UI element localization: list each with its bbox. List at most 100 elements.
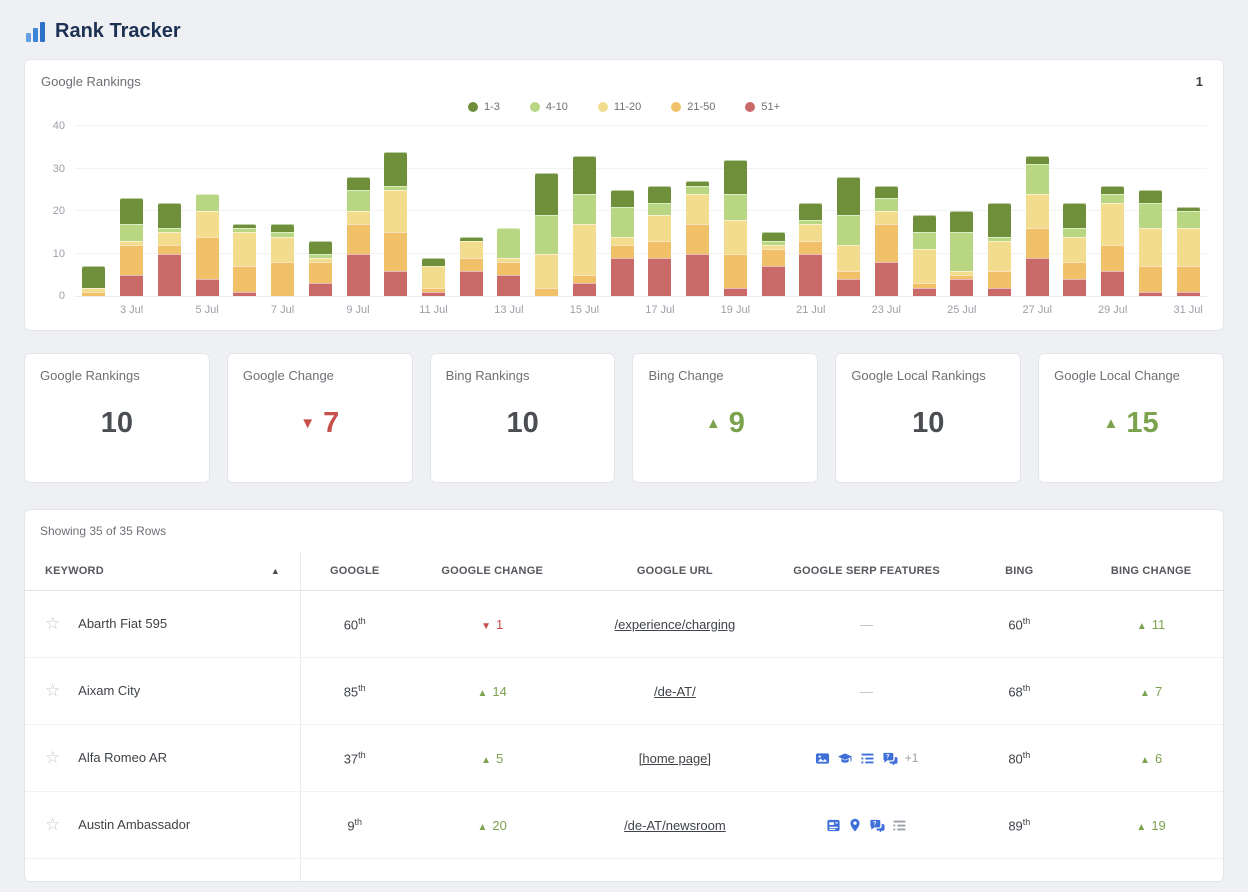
bar-segment-4-10[interactable] — [913, 232, 936, 249]
stacked-bar-24-Jul[interactable] — [913, 215, 936, 296]
bar-segment-11-20[interactable] — [271, 237, 294, 263]
legend-item-1-3[interactable]: 1-3 — [468, 101, 500, 113]
stacked-bar-13-Jul[interactable] — [497, 228, 520, 296]
bar-segment-1-3[interactable] — [1063, 203, 1086, 229]
bar-segment-21-50[interactable] — [611, 245, 634, 258]
stacked-bar-3-Jul[interactable] — [120, 198, 143, 296]
bar-segment-51+[interactable] — [460, 271, 483, 297]
bar-segment-1-3[interactable] — [309, 241, 332, 254]
stacked-bar-28-Jul[interactable] — [1063, 203, 1086, 297]
bar-segment-51+[interactable] — [1026, 258, 1049, 296]
bar-segment-4-10[interactable] — [611, 207, 634, 237]
bar-segment-1-3[interactable] — [799, 203, 822, 220]
bar-segment-51+[interactable] — [913, 288, 936, 297]
legend-item-51+[interactable]: 51+ — [745, 101, 780, 113]
bar-segment-21-50[interactable] — [648, 241, 671, 258]
google-url-link[interactable]: /de-AT/newsroom — [624, 818, 726, 833]
bar-segment-11-20[interactable] — [686, 194, 709, 224]
bar-segment-21-50[interactable] — [347, 224, 370, 254]
favorite-star-icon[interactable]: ☆ — [45, 815, 60, 834]
column-header-bing-change[interactable]: BING CHANGE — [1079, 552, 1223, 591]
bar-segment-21-50[interactable] — [1139, 266, 1162, 292]
bar-segment-4-10[interactable] — [497, 228, 520, 258]
column-header-keyword[interactable]: KEYWORD ▲ — [25, 552, 301, 591]
bar-segment-1-3[interactable] — [611, 190, 634, 207]
bar-segment-11-20[interactable] — [384, 190, 407, 233]
bar-segment-1-3[interactable] — [422, 258, 445, 267]
bar-segment-51+[interactable] — [611, 258, 634, 296]
stacked-bar-6-Jul[interactable] — [233, 224, 256, 296]
bar-segment-11-20[interactable] — [158, 232, 181, 245]
column-header-google[interactable]: GOOGLE — [301, 552, 409, 591]
stacked-bar-12-Jul[interactable] — [460, 237, 483, 297]
bar-segment-4-10[interactable] — [837, 215, 860, 245]
stacked-bar-25-Jul[interactable] — [950, 211, 973, 296]
stacked-bar-5-Jul[interactable] — [196, 194, 219, 296]
bar-segment-11-20[interactable] — [1139, 228, 1162, 266]
bar-segment-1-3[interactable] — [384, 152, 407, 186]
bar-segment-1-3[interactable] — [875, 186, 898, 199]
bar-segment-21-50[interactable] — [309, 262, 332, 283]
bar-segment-1-3[interactable] — [648, 186, 671, 203]
stacked-bar-23-Jul[interactable] — [875, 186, 898, 297]
bar-segment-51+[interactable] — [422, 292, 445, 296]
column-header-bing[interactable]: BING — [959, 552, 1079, 591]
bar-segment-21-50[interactable] — [497, 262, 520, 275]
stacked-bar-17-Jul[interactable] — [648, 186, 671, 297]
bar-segment-4-10[interactable] — [950, 232, 973, 270]
bar-segment-11-20[interactable] — [799, 224, 822, 241]
bar-segment-21-50[interactable] — [799, 241, 822, 254]
bar-segment-4-10[interactable] — [724, 194, 747, 220]
bar-segment-11-20[interactable] — [913, 249, 936, 283]
bar-segment-4-10[interactable] — [535, 215, 558, 253]
google-url-link[interactable]: [home page] — [639, 751, 711, 766]
bar-segment-1-3[interactable] — [1101, 186, 1124, 195]
stacked-bar-31-Jul[interactable] — [1177, 207, 1200, 296]
legend-item-11-20[interactable]: 11-20 — [598, 101, 641, 113]
bar-segment-4-10[interactable] — [196, 194, 219, 211]
stacked-bar-21-Jul[interactable] — [799, 203, 822, 297]
bar-segment-21-50[interactable] — [686, 224, 709, 254]
bar-segment-11-20[interactable] — [837, 245, 860, 271]
bar-segment-11-20[interactable] — [460, 241, 483, 258]
stacked-bar-27-Jul[interactable] — [1026, 156, 1049, 296]
bar-segment-1-3[interactable] — [535, 173, 558, 216]
bar-segment-21-50[interactable] — [120, 245, 143, 275]
bar-segment-4-10[interactable] — [120, 224, 143, 241]
bar-segment-21-50[interactable] — [1026, 228, 1049, 258]
bar-segment-21-50[interactable] — [271, 262, 294, 296]
bar-segment-11-20[interactable] — [1177, 228, 1200, 266]
column-header-google-change[interactable]: GOOGLE CHANGE — [408, 552, 576, 591]
bar-segment-51+[interactable] — [724, 288, 747, 297]
bar-segment-21-50[interactable] — [1177, 266, 1200, 292]
bar-segment-1-3[interactable] — [724, 160, 747, 194]
stacked-bar-4-Jul[interactable] — [158, 203, 181, 297]
bar-segment-21-50[interactable] — [1063, 262, 1086, 279]
legend-item-21-50[interactable]: 21-50 — [671, 101, 715, 113]
bar-segment-11-20[interactable] — [422, 266, 445, 287]
bar-segment-21-50[interactable] — [158, 245, 181, 254]
favorite-star-icon[interactable]: ☆ — [45, 614, 60, 633]
bar-segment-4-10[interactable] — [686, 186, 709, 195]
bar-segment-1-3[interactable] — [158, 203, 181, 229]
bar-segment-1-3[interactable] — [82, 266, 105, 287]
bar-segment-21-50[interactable] — [762, 249, 785, 266]
stacked-bar-2-Jul[interactable] — [82, 266, 105, 296]
bar-segment-11-20[interactable] — [1026, 194, 1049, 228]
bar-segment-4-10[interactable] — [1177, 211, 1200, 228]
bar-segment-1-3[interactable] — [913, 215, 936, 232]
bar-segment-21-50[interactable] — [837, 271, 860, 280]
bar-segment-21-50[interactable] — [82, 292, 105, 296]
bar-segment-51+[interactable] — [309, 283, 332, 296]
bar-segment-21-50[interactable] — [233, 266, 256, 292]
bar-segment-11-20[interactable] — [988, 241, 1011, 271]
stacked-bar-29-Jul[interactable] — [1101, 186, 1124, 297]
bar-segment-21-50[interactable] — [724, 254, 747, 288]
bar-segment-11-20[interactable] — [724, 220, 747, 254]
bar-segment-4-10[interactable] — [347, 190, 370, 211]
bar-segment-11-20[interactable] — [233, 232, 256, 266]
bar-segment-51+[interactable] — [196, 279, 219, 296]
bar-segment-21-50[interactable] — [535, 288, 558, 297]
bar-segment-51+[interactable] — [573, 283, 596, 296]
bar-segment-21-50[interactable] — [875, 224, 898, 262]
